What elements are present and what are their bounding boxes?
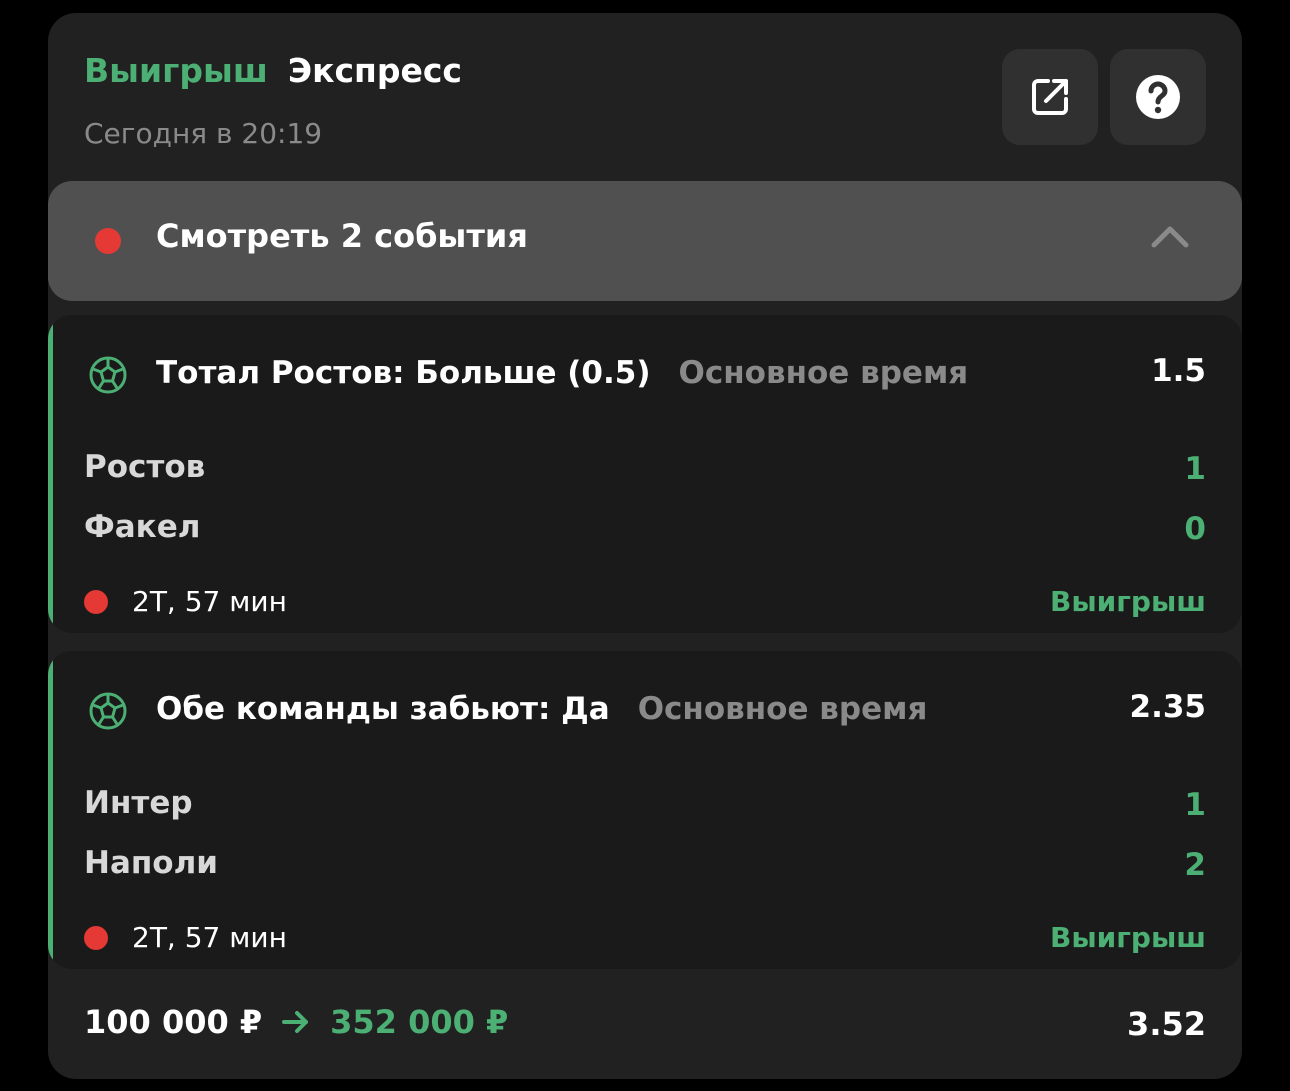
- market-period: Основное время: [637, 691, 928, 727]
- market-row: Обе команды забьют: Да Основное время: [156, 691, 927, 727]
- payout-row: 100 000 ₽ 352 000 ₽: [84, 1003, 508, 1041]
- show-events-label: Смотреть 2 события: [156, 217, 528, 255]
- bet-status: Выигрыш: [84, 51, 268, 90]
- live-indicator: [84, 590, 108, 614]
- home-team: Ростов: [84, 449, 206, 485]
- football-icon: [89, 692, 127, 730]
- bet-type: Экспресс: [287, 51, 462, 90]
- event-result: Выигрыш: [1049, 585, 1206, 618]
- away-score: 0: [1184, 511, 1206, 547]
- football-icon: [89, 356, 127, 394]
- market-title: Обе команды забьют: Да: [156, 691, 610, 727]
- away-team: Факел: [84, 509, 201, 545]
- live-indicator: [95, 228, 121, 254]
- event-odds: 2.35: [1129, 689, 1207, 725]
- match-time: 2Т, 57 мин: [132, 921, 287, 954]
- event-card[interactable]: Обе команды забьют: Да Основное время 2.…: [48, 651, 1242, 969]
- share-button[interactable]: [1002, 49, 1098, 145]
- bet-card: Выигрыш Экспресс Сегодня в 20:19 Смотрет…: [48, 13, 1242, 1079]
- home-score: 1: [1184, 787, 1206, 823]
- away-score: 2: [1184, 847, 1206, 883]
- chevron-up-icon: [1151, 226, 1189, 248]
- home-team: Интер: [84, 785, 193, 821]
- market-title: Тотал Ростов: Больше (0.5): [156, 355, 651, 391]
- away-team: Наполи: [84, 845, 219, 881]
- show-events-toggle[interactable]: Смотреть 2 события: [48, 181, 1242, 301]
- total-odds: 3.52: [1127, 1005, 1206, 1043]
- event-card[interactable]: Тотал Ростов: Больше (0.5) Основное врем…: [48, 315, 1242, 633]
- match-time: 2Т, 57 мин: [132, 585, 287, 618]
- event-result: Выигрыш: [1049, 921, 1206, 954]
- event-odds: 1.5: [1151, 353, 1206, 389]
- help-icon: [1136, 75, 1180, 119]
- stake-amount: 100 000 ₽: [84, 1003, 263, 1041]
- home-score: 1: [1184, 451, 1206, 487]
- arrow-right-icon: [282, 1011, 309, 1033]
- payout-amount: 352 000 ₽: [330, 1003, 509, 1041]
- help-button[interactable]: [1110, 49, 1206, 145]
- live-indicator: [84, 926, 108, 950]
- bet-time: Сегодня в 20:19: [84, 117, 323, 150]
- share-icon: [1032, 79, 1068, 115]
- market-period: Основное время: [678, 355, 969, 391]
- market-row: Тотал Ростов: Больше (0.5) Основное врем…: [156, 355, 968, 391]
- bet-header: Выигрыш Экспресс: [84, 51, 462, 90]
